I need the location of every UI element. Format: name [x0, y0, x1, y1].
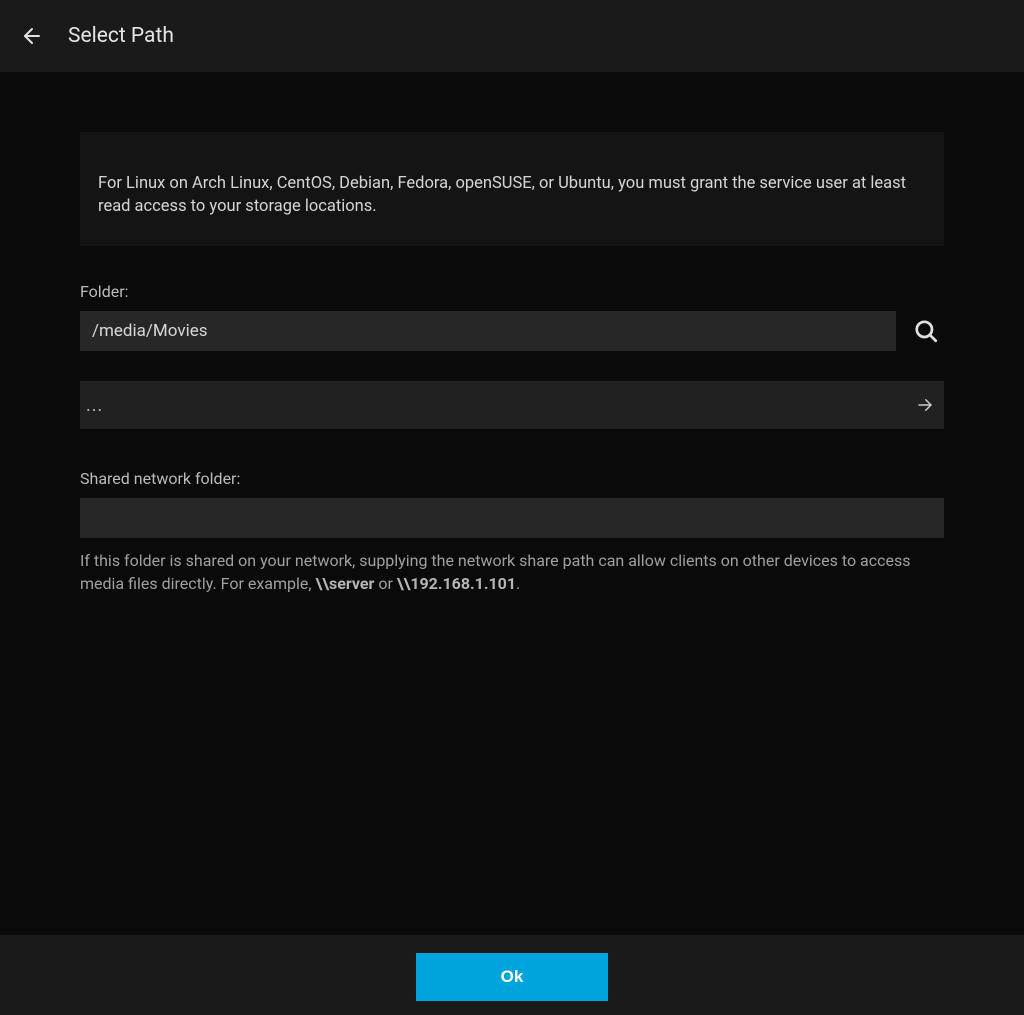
parent-folder-label: ... — [86, 395, 103, 416]
page-header: Select Path — [0, 0, 1024, 72]
arrow-right-icon — [916, 396, 934, 414]
folder-input[interactable] — [80, 311, 896, 351]
search-button[interactable] — [908, 313, 944, 349]
network-folder-input[interactable] — [80, 498, 944, 538]
ok-button[interactable]: Ok — [416, 953, 608, 1001]
folder-row — [80, 311, 944, 351]
search-icon — [913, 318, 939, 344]
footer: Ok — [0, 935, 1024, 1015]
help-text-mid: or — [374, 574, 396, 593]
help-example-1: \\server — [316, 574, 375, 593]
page-title: Select Path — [68, 24, 174, 48]
network-help-text: If this folder is shared on your network… — [80, 550, 944, 595]
help-example-2: \\192.168.1.101 — [397, 574, 516, 593]
info-text: For Linux on Arch Linux, CentOS, Debian,… — [98, 172, 926, 218]
info-box: For Linux on Arch Linux, CentOS, Debian,… — [80, 132, 944, 246]
network-input-wrapper — [80, 498, 944, 538]
folder-label: Folder: — [80, 282, 944, 301]
main-content: For Linux on Arch Linux, CentOS, Debian,… — [0, 72, 1024, 595]
help-text-suffix: . — [516, 574, 520, 593]
parent-folder-row[interactable]: ... — [80, 381, 944, 429]
back-button[interactable] — [16, 20, 48, 52]
network-folder-label: Shared network folder: — [80, 469, 944, 488]
arrow-left-icon — [20, 24, 44, 48]
nav-arrow — [916, 396, 934, 414]
